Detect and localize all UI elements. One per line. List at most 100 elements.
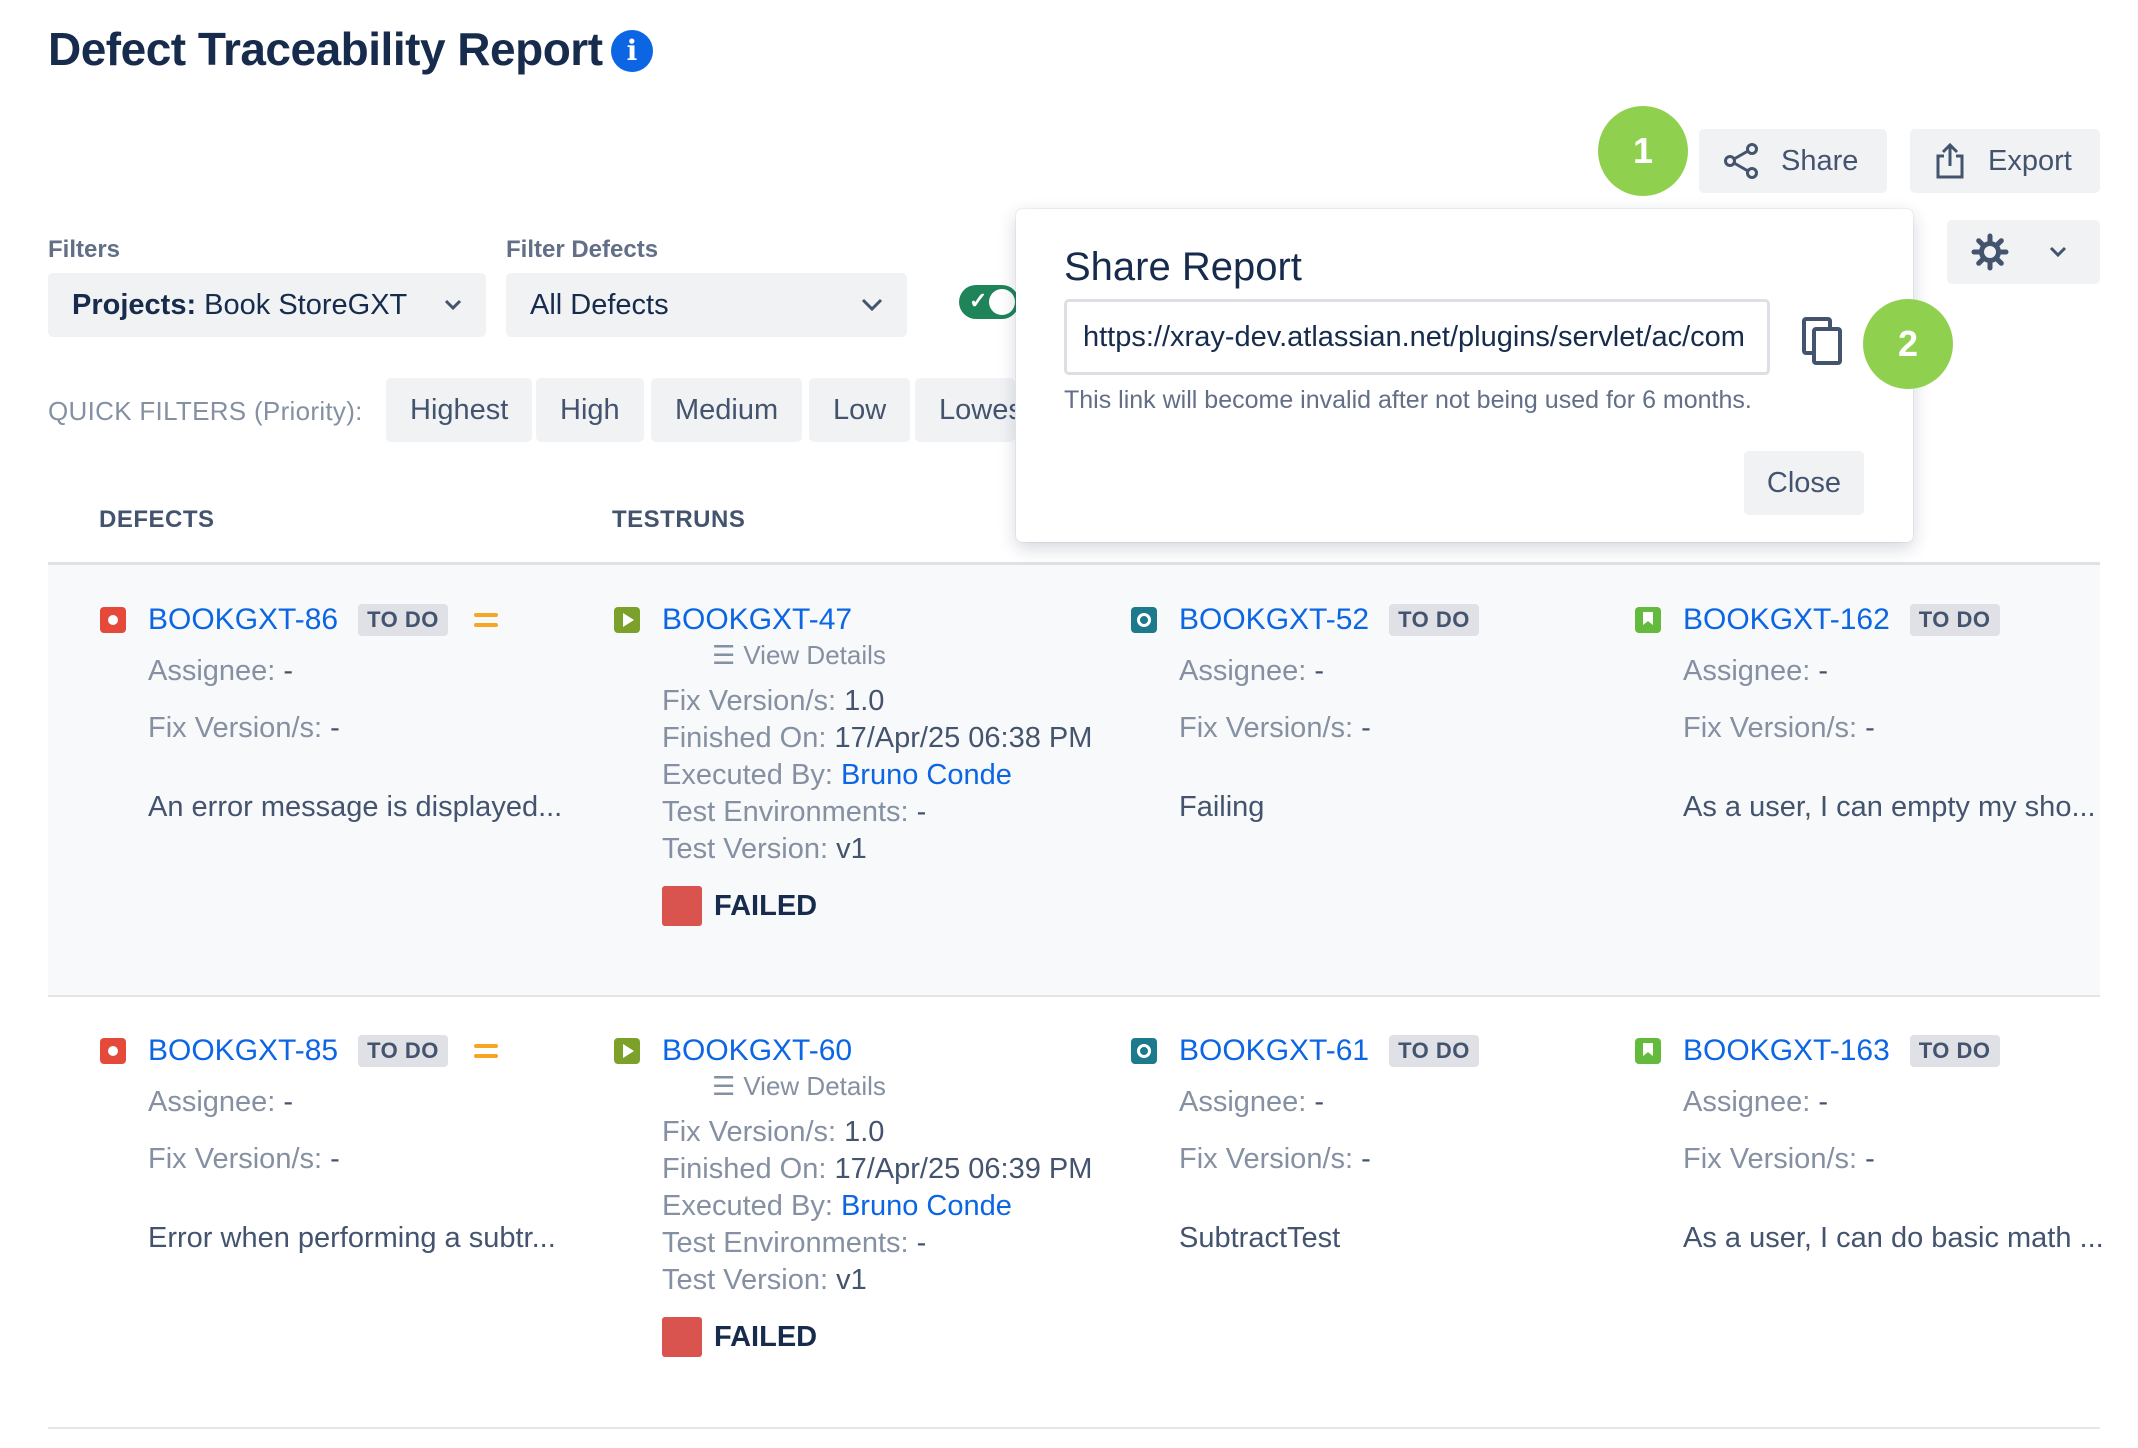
row-divider [48,1427,2100,1429]
defect-cell: BOOKGXT-86 TO DO Assignee: - Fix Version… [100,600,580,824]
view-details-link[interactable]: ☰ View Details [712,640,1134,671]
assignee-field: Assignee: - [148,655,294,687]
test-cell: BOOKGXT-52 TO DO Assignee: - Fix Version… [1131,600,1611,824]
test-key-link[interactable]: BOOKGXT-61 [1179,1034,1369,1068]
filters-label: Filters [48,236,121,263]
chip-low[interactable]: Low [809,378,911,442]
test-key-link[interactable]: BOOKGXT-52 [1179,603,1369,637]
story-cell: BOOKGXT-162 TO DO Assignee: - Fix Versio… [1635,600,2100,824]
defect-cell: BOOKGXT-85 TO DO Assignee: - Fix Version… [100,1031,580,1255]
assignee-field: Assignee: - [1179,1086,1325,1118]
user-link[interactable]: Bruno Conde [841,1190,1012,1222]
export-button[interactable]: Export [1910,129,2100,193]
failed-status-icon [662,1317,702,1357]
copy-icon[interactable] [1801,316,1843,366]
story-cell: BOOKGXT-163 TO DO Assignee: - Fix Versio… [1635,1031,2104,1255]
share-report-popup: Share Report https://xray-dev.atlassian.… [1016,209,1913,542]
fix-version-field: Fix Version/s: - [148,712,340,744]
executed-by-field: Executed By: Bruno Conde [662,759,1012,791]
close-button[interactable]: Close [1744,451,1864,515]
popup-title: Share Report [1064,245,1302,289]
priority-medium-icon [473,612,498,628]
toggle-switch[interactable]: ✓ [959,285,1019,319]
projects-value: Book StoreGXT [204,288,408,321]
fix-version-field: Fix Version/s: - [1683,1143,1875,1175]
chip-lowest[interactable]: Lowest [915,378,1015,442]
priority-medium-icon [473,1043,498,1059]
quick-filters-label: QUICK FILTERS (Priority): [48,396,363,426]
test-icon [1131,1038,1157,1064]
chevron-down-icon [444,299,462,311]
story-key-link[interactable]: BOOKGXT-163 [1683,1034,1890,1068]
testrun-key-link[interactable]: BOOKGXT-60 [662,1034,852,1068]
status-badge: TO DO [358,1035,448,1067]
testrun-cell: BOOKGXT-47 ☰ View Details Fix Version/s:… [614,600,1134,926]
details-icon: ☰ [712,1071,736,1101]
test-version-field: Test Version: v1 [662,833,867,865]
chip-medium[interactable]: Medium [651,378,803,442]
test-environments-field: Test Environments: - [662,1227,927,1259]
export-icon [1936,142,1964,179]
info-icon[interactable]: i [611,30,653,72]
chip-high[interactable]: High [536,378,644,442]
user-link[interactable]: Bruno Conde [841,759,1012,791]
executed-by-field: Executed By: Bruno Conde [662,1190,1012,1222]
share-icon [1724,143,1758,179]
test-summary: SubtractTest [1179,1222,1341,1254]
status-badge: TO DO [1389,1035,1479,1067]
view-details-link[interactable]: ☰ View Details [712,1071,1134,1102]
testrun-cell: BOOKGXT-60 ☰ View Details Fix Version/s:… [614,1031,1134,1357]
story-key-link[interactable]: BOOKGXT-162 [1683,603,1890,637]
fix-version-field: Fix Version/s: - [1683,712,1875,744]
fix-version-field: Fix Version/s: - [1179,712,1371,744]
bug-icon [100,1038,126,1064]
link-expiry-hint: This link will become invalid after not … [1064,386,1752,414]
test-execution-icon [614,1038,640,1064]
projects-key: Projects: [72,288,197,321]
chevron-down-icon [2049,246,2067,258]
filter-defects-value: All Defects [530,288,669,321]
assignee-field: Assignee: - [1683,1086,1829,1118]
toggle-knob [989,289,1015,315]
settings-dropdown-button[interactable] [1947,220,2100,284]
column-header-testruns: TESTRUNS [612,506,746,533]
page-title: Defect Traceability Report [48,23,603,75]
test-execution-icon [614,607,640,633]
fix-version-field: Fix Version/s: - [148,1143,340,1175]
story-summary: As a user, I can empty my sho... [1683,791,2096,823]
export-label: Export [1988,144,2072,177]
test-environments-field: Test Environments: - [662,796,927,828]
defect-key-link[interactable]: BOOKGXT-86 [148,603,338,637]
step-1-badge: 1 [1598,106,1688,196]
fix-version-field: Fix Version/s: - [1179,1143,1371,1175]
result-status: FAILED [662,1317,1134,1357]
status-badge: TO DO [1909,604,2000,636]
story-summary: As a user, I can do basic math ... [1683,1222,2104,1254]
result-status: FAILED [662,886,1134,926]
defect-key-link[interactable]: BOOKGXT-85 [148,1034,338,1068]
finished-on-field: Finished On: 17/Apr/25 06:39 PM [662,1153,1093,1185]
gear-icon [1971,233,2009,271]
status-badge: TO DO [358,604,448,636]
testrun-key-link[interactable]: BOOKGXT-47 [662,603,852,637]
defect-summary: Error when performing a subtr... [148,1222,556,1254]
projects-select[interactable]: Projects: Book StoreGXT [48,273,486,337]
status-badge: TO DO [1389,604,1479,636]
fix-version-field: Fix Version/s: 1.0 [662,685,885,717]
test-summary: Failing [1179,791,1265,823]
share-button[interactable]: Share [1699,129,1887,193]
test-cell: BOOKGXT-61 TO DO Assignee: - Fix Version… [1131,1031,1611,1255]
assignee-field: Assignee: - [1683,655,1829,687]
test-version-field: Test Version: v1 [662,1264,867,1296]
chevron-down-icon [861,298,883,312]
step-2-badge: 2 [1863,299,1953,389]
check-icon: ✓ [969,288,988,313]
assignee-field: Assignee: - [148,1086,294,1118]
story-icon [1635,607,1661,633]
column-header-defects: DEFECTS [99,506,215,533]
share-url-input[interactable]: https://xray-dev.atlassian.net/plugins/s… [1064,299,1770,375]
filter-defects-label: Filter Defects [506,236,659,263]
chip-highest[interactable]: Highest [386,378,533,442]
finished-on-field: Finished On: 17/Apr/25 06:38 PM [662,722,1093,754]
filter-defects-select[interactable]: All Defects [506,273,907,337]
